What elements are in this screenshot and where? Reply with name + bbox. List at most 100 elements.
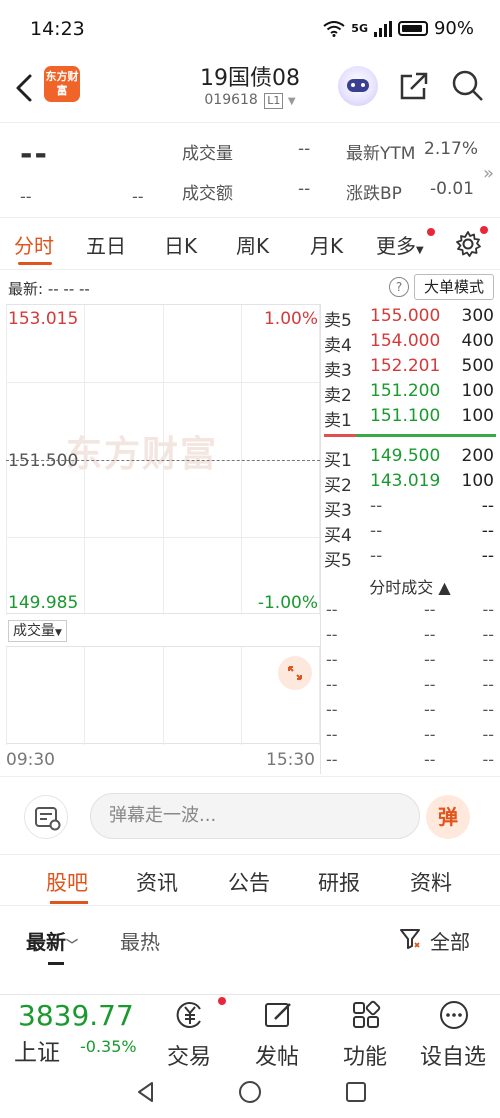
grid-line xyxy=(163,647,164,745)
system-back-icon[interactable] xyxy=(134,1080,158,1104)
help-icon[interactable]: ? xyxy=(389,277,409,297)
tab-daily-k[interactable]: 日K xyxy=(164,230,197,259)
sort-hottest[interactable]: 最热 xyxy=(120,926,160,955)
tick-row: -- -- -- xyxy=(326,700,496,725)
apps-icon xyxy=(353,1000,381,1028)
bid-row[interactable]: 买3 -- -- xyxy=(324,496,496,521)
filter-icon xyxy=(400,929,420,949)
upper-pct-label: 1.00% xyxy=(263,309,318,329)
bid-level-label: 买3 xyxy=(324,501,352,521)
ask-price: 154.000 xyxy=(370,331,441,351)
trade-button[interactable]: 交易 xyxy=(146,997,232,1070)
ask-row[interactable]: 卖5 155.000 300 xyxy=(324,306,496,331)
add-watchlist-button[interactable]: 设自选 xyxy=(410,999,496,1070)
expand-arrow-icon[interactable]: » xyxy=(483,163,494,184)
tick-price: -- xyxy=(424,600,436,619)
bid-row[interactable]: 买5 -- -- xyxy=(324,546,496,571)
tab-profile[interactable]: 资料 xyxy=(410,867,452,897)
post-button[interactable]: 发帖 xyxy=(234,999,320,1070)
tab-guba[interactable]: 股吧 xyxy=(46,867,88,897)
ask-price: 151.200 xyxy=(370,381,441,401)
bid-level-label: 买5 xyxy=(324,551,352,571)
upper-price-label: 153.015 xyxy=(8,309,79,329)
bid-level-label: 买1 xyxy=(324,451,352,471)
tab-news[interactable]: 资讯 xyxy=(136,867,178,897)
ask-level-label: 卖5 xyxy=(324,311,352,331)
tick-time: -- xyxy=(326,750,338,769)
ask-row[interactable]: 卖2 151.200 100 xyxy=(324,381,496,406)
amount-value: -- xyxy=(298,179,311,199)
share-icon[interactable] xyxy=(396,68,432,104)
amount-label: 成交额 xyxy=(182,184,233,204)
settings-notification-dot xyxy=(480,226,488,234)
danmu-bar: 弹幕走一波... 弹 xyxy=(0,776,500,854)
big-order-mode-button[interactable]: 大单模式 xyxy=(414,274,494,300)
tick-row: -- -- -- xyxy=(326,625,496,650)
ask-volume: 300 xyxy=(461,306,494,326)
system-recents-icon[interactable] xyxy=(344,1080,368,1104)
tab-five-day[interactable]: 五日 xyxy=(86,230,126,259)
tick-volume: -- xyxy=(482,650,494,669)
ask-price: 155.000 xyxy=(370,306,441,326)
assistant-avatar[interactable] xyxy=(338,66,378,106)
bid-level-label: 买4 xyxy=(324,526,352,546)
tab-announcements[interactable]: 公告 xyxy=(228,867,270,897)
bottom-bar: 3839.77 上证 -0.35% 交易 发帖 功能 设自选 xyxy=(0,994,500,1070)
danmu-toggle-button[interactable]: 弹 xyxy=(426,795,470,839)
tab-more[interactable]: 更多▼ xyxy=(376,230,424,259)
stock-code: 019618 xyxy=(204,92,258,108)
system-nav-bar xyxy=(0,1068,500,1118)
bid-volume: 200 xyxy=(461,446,494,466)
quote-panel[interactable]: -- -- -- 成交量 -- 成交额 -- 最新YTM 2.17% 涨跌BP … xyxy=(0,122,500,218)
ask-price: 151.100 xyxy=(370,406,441,426)
nav-bar: 东方财富 19国债08 019618 L1 ▼ xyxy=(0,58,500,122)
tab-monthly-k[interactable]: 月K xyxy=(310,230,343,259)
danmu-input[interactable]: 弹幕走一波... xyxy=(90,793,420,839)
search-icon[interactable] xyxy=(450,68,486,104)
sort-latest-label: 最新 xyxy=(26,930,66,954)
app-logo[interactable]: 东方财富 xyxy=(44,66,80,102)
trade-notification-dot xyxy=(218,997,226,1005)
tab-research[interactable]: 研报 xyxy=(318,867,360,897)
bid-price: 149.500 xyxy=(370,446,441,466)
ask-volume: 100 xyxy=(461,381,494,401)
tick-row: -- -- -- xyxy=(326,750,496,775)
features-button[interactable]: 功能 xyxy=(322,999,408,1070)
fullscreen-expand-button[interactable] xyxy=(278,656,312,690)
lower-pct-label: -1.00% xyxy=(257,593,318,613)
intraday-chart[interactable]: 东方财富 153.015 1.00% 151.500 149.985 -1.00… xyxy=(6,304,320,615)
tick-price: -- xyxy=(424,650,436,669)
tab-intraday[interactable]: 分时 xyxy=(14,230,54,259)
bid-price: 143.019 xyxy=(370,471,441,491)
ticks-header[interactable]: 分时成交 ▲ xyxy=(324,574,496,598)
tick-volume: -- xyxy=(482,725,494,744)
volume-indicator-select[interactable]: 成交量▼ xyxy=(8,620,67,642)
bid-row[interactable]: 买2 143.019 100 xyxy=(324,471,496,496)
post-label: 发帖 xyxy=(254,1045,299,1070)
system-home-icon[interactable] xyxy=(238,1080,262,1104)
ask-ratio-bar xyxy=(324,434,356,437)
sort-latest[interactable]: 最新﹀ xyxy=(26,926,78,955)
chevron-down-icon: ﹀ xyxy=(66,938,79,952)
stock-code-row[interactable]: 019618 L1 ▼ xyxy=(150,92,350,109)
tab-weekly-k[interactable]: 周K xyxy=(236,230,269,259)
status-icons: 5G 90% xyxy=(323,18,474,39)
volume-chart[interactable] xyxy=(6,646,320,745)
add-watchlist-label: 设自选 xyxy=(419,1045,486,1070)
filter-all[interactable]: 全部 xyxy=(430,926,470,955)
bid-row[interactable]: 买1 149.500 200 xyxy=(324,446,496,471)
time-start-label: 09:30 xyxy=(6,750,55,770)
ask-row[interactable]: 卖1 151.100 100 xyxy=(324,406,496,431)
volume-indicator-label: 成交量 xyxy=(13,623,55,639)
danmu-settings-button[interactable] xyxy=(24,795,68,839)
ytm-label: 最新YTM xyxy=(346,144,416,164)
ask-row[interactable]: 卖3 152.201 500 xyxy=(324,356,496,381)
tick-volume: -- xyxy=(482,675,494,694)
sort-row: 最新﹀ 最热 全部 xyxy=(0,906,500,986)
ask-level-label: 卖4 xyxy=(324,336,352,356)
settings-gear-icon[interactable] xyxy=(454,230,482,258)
back-icon[interactable] xyxy=(10,68,40,108)
bid-row[interactable]: 买4 -- -- xyxy=(324,521,496,546)
ask-row[interactable]: 卖4 154.000 400 xyxy=(324,331,496,356)
bp-value: -0.01 xyxy=(430,179,474,199)
